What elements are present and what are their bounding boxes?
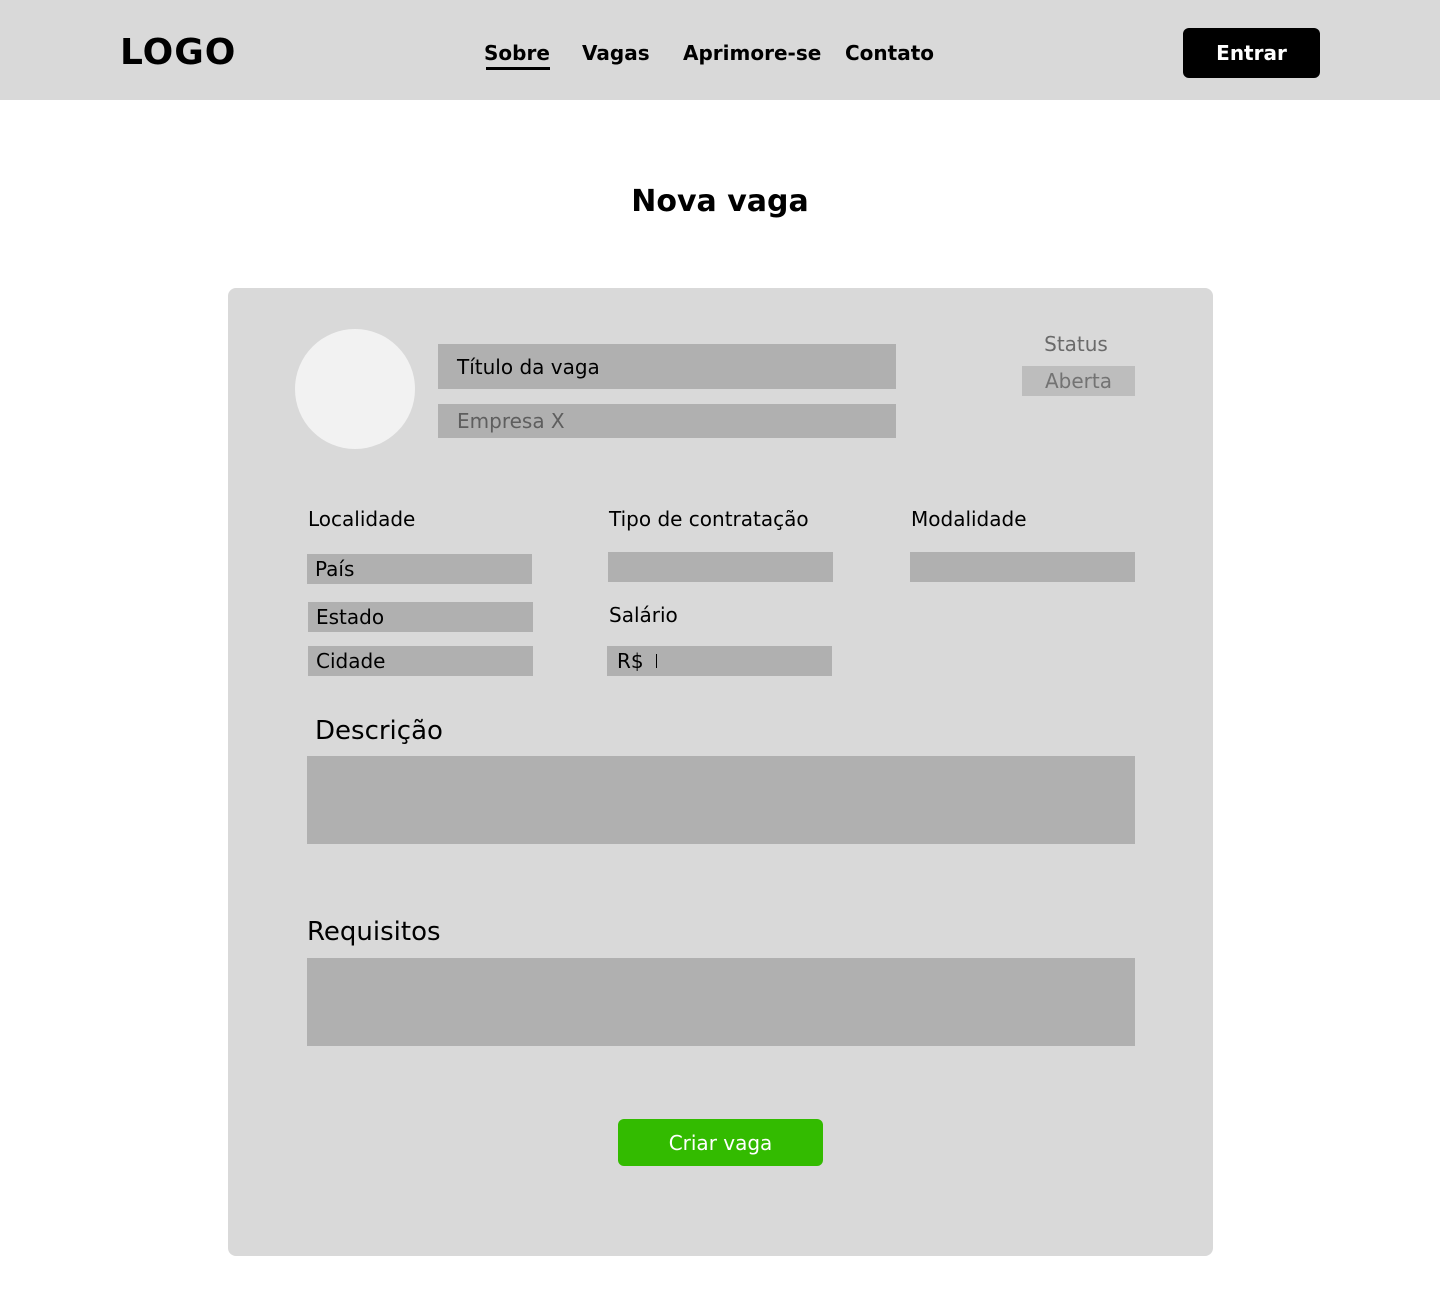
contract-type-input[interactable] [608,552,833,582]
requirements-textarea[interactable] [307,958,1135,1046]
company-logo-placeholder[interactable] [295,329,415,449]
job-title-value: Título da vaga [457,354,600,379]
status-select[interactable]: Aberta [1022,366,1135,396]
contract-type-label: Tipo de contratação [609,507,809,531]
nav-item-contato[interactable]: Contato [845,38,934,68]
logo[interactable]: LOGO [120,30,236,76]
country-input[interactable]: País [307,554,532,584]
company-input[interactable]: Empresa X [438,404,896,438]
page-title: Nova vaga [631,184,809,219]
state-input[interactable]: Estado [308,602,533,632]
status-value: Aberta [1044,369,1112,393]
login-button[interactable]: Entrar [1183,28,1320,78]
salary-label: Salário [609,603,678,627]
state-value: Estado [316,605,385,629]
country-value: País [315,557,355,581]
city-value: Cidade [316,649,386,673]
city-input[interactable]: Cidade [308,646,533,676]
modality-input[interactable] [910,552,1135,582]
text-cursor [655,654,657,668]
requirements-label: Requisitos [307,917,441,947]
description-textarea[interactable] [307,756,1135,844]
modality-label: Modalidade [911,507,1027,531]
salary-input[interactable]: R$ [607,646,832,676]
nav-item-vagas[interactable]: Vagas [582,38,650,68]
new-job-form-card: Título da vaga Empresa X Status Aberta L… [228,288,1213,1256]
status-label: Status [1044,332,1108,356]
salary-prefix: R$ [617,649,644,673]
nav-item-aprimore-se[interactable]: Aprimore-se [683,38,821,68]
location-label: Localidade [308,507,416,531]
create-job-button[interactable]: Criar vaga [618,1119,823,1166]
top-navbar: LOGO Sobre Vagas Aprimore-se Contato Ent… [0,0,1440,100]
nav-item-sobre[interactable]: Sobre [484,38,550,70]
description-label: Descrição [315,716,443,746]
company-value: Empresa X [457,409,565,433]
job-title-input[interactable]: Título da vaga [438,344,896,389]
